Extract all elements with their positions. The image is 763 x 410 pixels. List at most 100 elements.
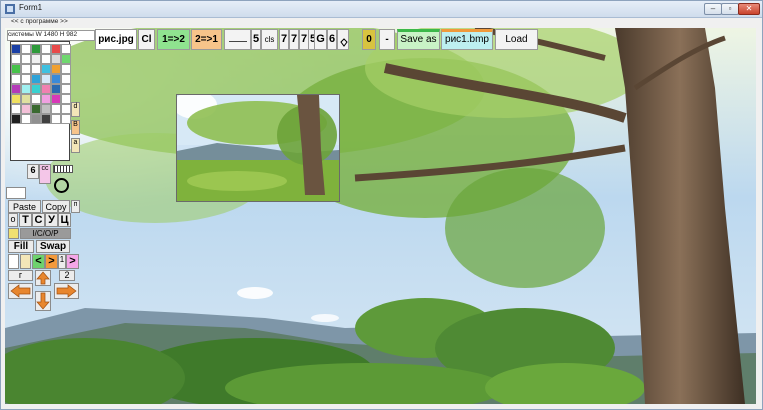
palette-swatch[interactable] xyxy=(11,84,21,94)
palette-swatch[interactable] xyxy=(41,104,51,114)
circle-tool-icon[interactable] xyxy=(54,178,69,193)
palette-swatch[interactable] xyxy=(61,54,71,64)
palette-swatch[interactable] xyxy=(31,94,41,104)
save-as-button[interactable]: Save as xyxy=(397,29,440,50)
move-left-button[interactable] xyxy=(8,283,33,299)
maximize-button[interactable]: ▫ xyxy=(721,3,739,15)
copy-button[interactable]: Copy xyxy=(42,200,70,213)
move-down-button[interactable] xyxy=(35,291,51,311)
color-swatch-yellow[interactable] xyxy=(8,228,19,239)
palette-swatch[interactable] xyxy=(51,104,61,114)
palette-swatch[interactable] xyxy=(61,104,71,114)
cls-button[interactable]: cls xyxy=(261,29,278,50)
palette-swatch[interactable] xyxy=(21,64,31,74)
bmp-file-button[interactable]: рис1.bmp xyxy=(441,29,493,50)
num-7-a[interactable]: 7 xyxy=(279,29,289,50)
fill-button[interactable]: Fill xyxy=(8,240,34,253)
palette-swatch[interactable] xyxy=(11,54,21,64)
size-field[interactable] xyxy=(6,187,26,199)
palette-swatch[interactable] xyxy=(21,54,31,64)
palette-swatch[interactable] xyxy=(61,64,71,74)
palette-swatch[interactable] xyxy=(21,104,31,114)
copy-2-to-1-button[interactable]: 2=>1 xyxy=(191,29,222,50)
palette-swatch[interactable] xyxy=(11,64,21,74)
palette-swatch[interactable] xyxy=(41,44,51,54)
palette-swatch[interactable] xyxy=(11,104,21,114)
palette-swatch[interactable] xyxy=(31,104,41,114)
back-to-programs-link[interactable]: << с программе >> xyxy=(11,18,68,25)
palette-swatch[interactable] xyxy=(21,84,31,94)
paste-button[interactable]: Paste xyxy=(8,200,41,213)
palette-swatch[interactable] xyxy=(21,44,31,54)
palette-swatch[interactable] xyxy=(51,114,61,124)
palette-swatch[interactable] xyxy=(51,54,61,64)
palette-swatch[interactable] xyxy=(51,44,61,54)
palette-swatch[interactable] xyxy=(31,54,41,64)
palette-swatch[interactable] xyxy=(11,44,21,54)
palette-swatch[interactable] xyxy=(41,94,51,104)
clear-button[interactable]: Cl xyxy=(138,29,155,50)
six-button[interactable]: 6 xyxy=(327,29,337,50)
side-letter-d[interactable]: d xyxy=(71,102,80,117)
main-canvas[interactable] xyxy=(5,28,756,404)
palette-swatch[interactable] xyxy=(51,94,61,104)
palette-swatch[interactable] xyxy=(41,114,51,124)
palette-swatch[interactable] xyxy=(51,84,61,94)
small-field[interactable] xyxy=(8,254,19,269)
palette-swatch[interactable] xyxy=(61,94,71,104)
one-button[interactable]: 1 xyxy=(58,254,66,269)
g-button[interactable]: G xyxy=(314,29,327,50)
palette-swatch[interactable] xyxy=(21,94,31,104)
palette-swatch[interactable] xyxy=(51,74,61,84)
palette-swatch[interactable] xyxy=(41,64,51,74)
forward-button[interactable]: > xyxy=(66,254,79,269)
minus-button[interactable]: - xyxy=(379,29,395,50)
swatch-light[interactable] xyxy=(20,254,31,269)
palette-swatch[interactable] xyxy=(31,74,41,84)
palette-swatch[interactable] xyxy=(31,114,41,124)
side-letter-v[interactable]: В xyxy=(71,120,80,135)
picture-file-button[interactable]: рис.jpg xyxy=(95,29,137,50)
prev-button[interactable]: < xyxy=(32,254,45,269)
palette-swatch[interactable] xyxy=(11,114,21,124)
color-palette[interactable] xyxy=(10,41,71,161)
palette-swatch[interactable] xyxy=(61,74,71,84)
next-button[interactable]: > xyxy=(45,254,58,269)
palette-swatch[interactable] xyxy=(31,44,41,54)
palette-swatch[interactable] xyxy=(41,54,51,64)
close-button[interactable]: ✕ xyxy=(738,3,760,15)
c-button[interactable]: С xyxy=(32,213,45,227)
load-button[interactable]: Load xyxy=(495,29,538,50)
palette-swatch[interactable] xyxy=(11,74,21,84)
palette-swatch[interactable] xyxy=(41,84,51,94)
copy-1-to-2-button[interactable]: 1=>2 xyxy=(157,29,190,50)
o-button[interactable]: o xyxy=(8,213,18,227)
u-button[interactable]: У xyxy=(45,213,58,227)
mode-selector[interactable]: I/C/O/P xyxy=(20,228,71,239)
palette-swatch[interactable] xyxy=(11,94,21,104)
minimize-button[interactable]: – xyxy=(704,3,722,15)
thumbnail-preview[interactable] xyxy=(176,94,340,202)
palette-swatch[interactable] xyxy=(61,44,71,54)
zero-button[interactable]: 0 xyxy=(362,29,376,50)
two-button[interactable]: 2 xyxy=(59,270,75,281)
ts-button[interactable]: Ц xyxy=(58,213,71,227)
bucket-tool-button[interactable] xyxy=(337,29,349,50)
cc-button[interactable]: cc xyxy=(39,164,51,184)
palette-swatch[interactable] xyxy=(21,74,31,84)
swap-button[interactable]: Swap xyxy=(36,240,70,253)
move-right-button[interactable] xyxy=(54,283,79,299)
palette-swatch[interactable] xyxy=(31,84,41,94)
side-letter-a[interactable]: а xyxy=(71,138,80,153)
p-button[interactable]: п xyxy=(71,200,80,213)
palette-swatch[interactable] xyxy=(41,74,51,84)
palette-swatch[interactable] xyxy=(61,84,71,94)
move-up-button[interactable] xyxy=(35,270,51,286)
palette-swatch[interactable] xyxy=(51,64,61,74)
palette-swatch[interactable] xyxy=(31,64,41,74)
palette-swatch[interactable] xyxy=(61,114,71,124)
t-button[interactable]: T xyxy=(19,213,32,227)
num6-button[interactable]: 6 xyxy=(27,164,39,179)
line-width-field[interactable] xyxy=(224,29,251,50)
palette-swatch[interactable] xyxy=(21,114,31,124)
